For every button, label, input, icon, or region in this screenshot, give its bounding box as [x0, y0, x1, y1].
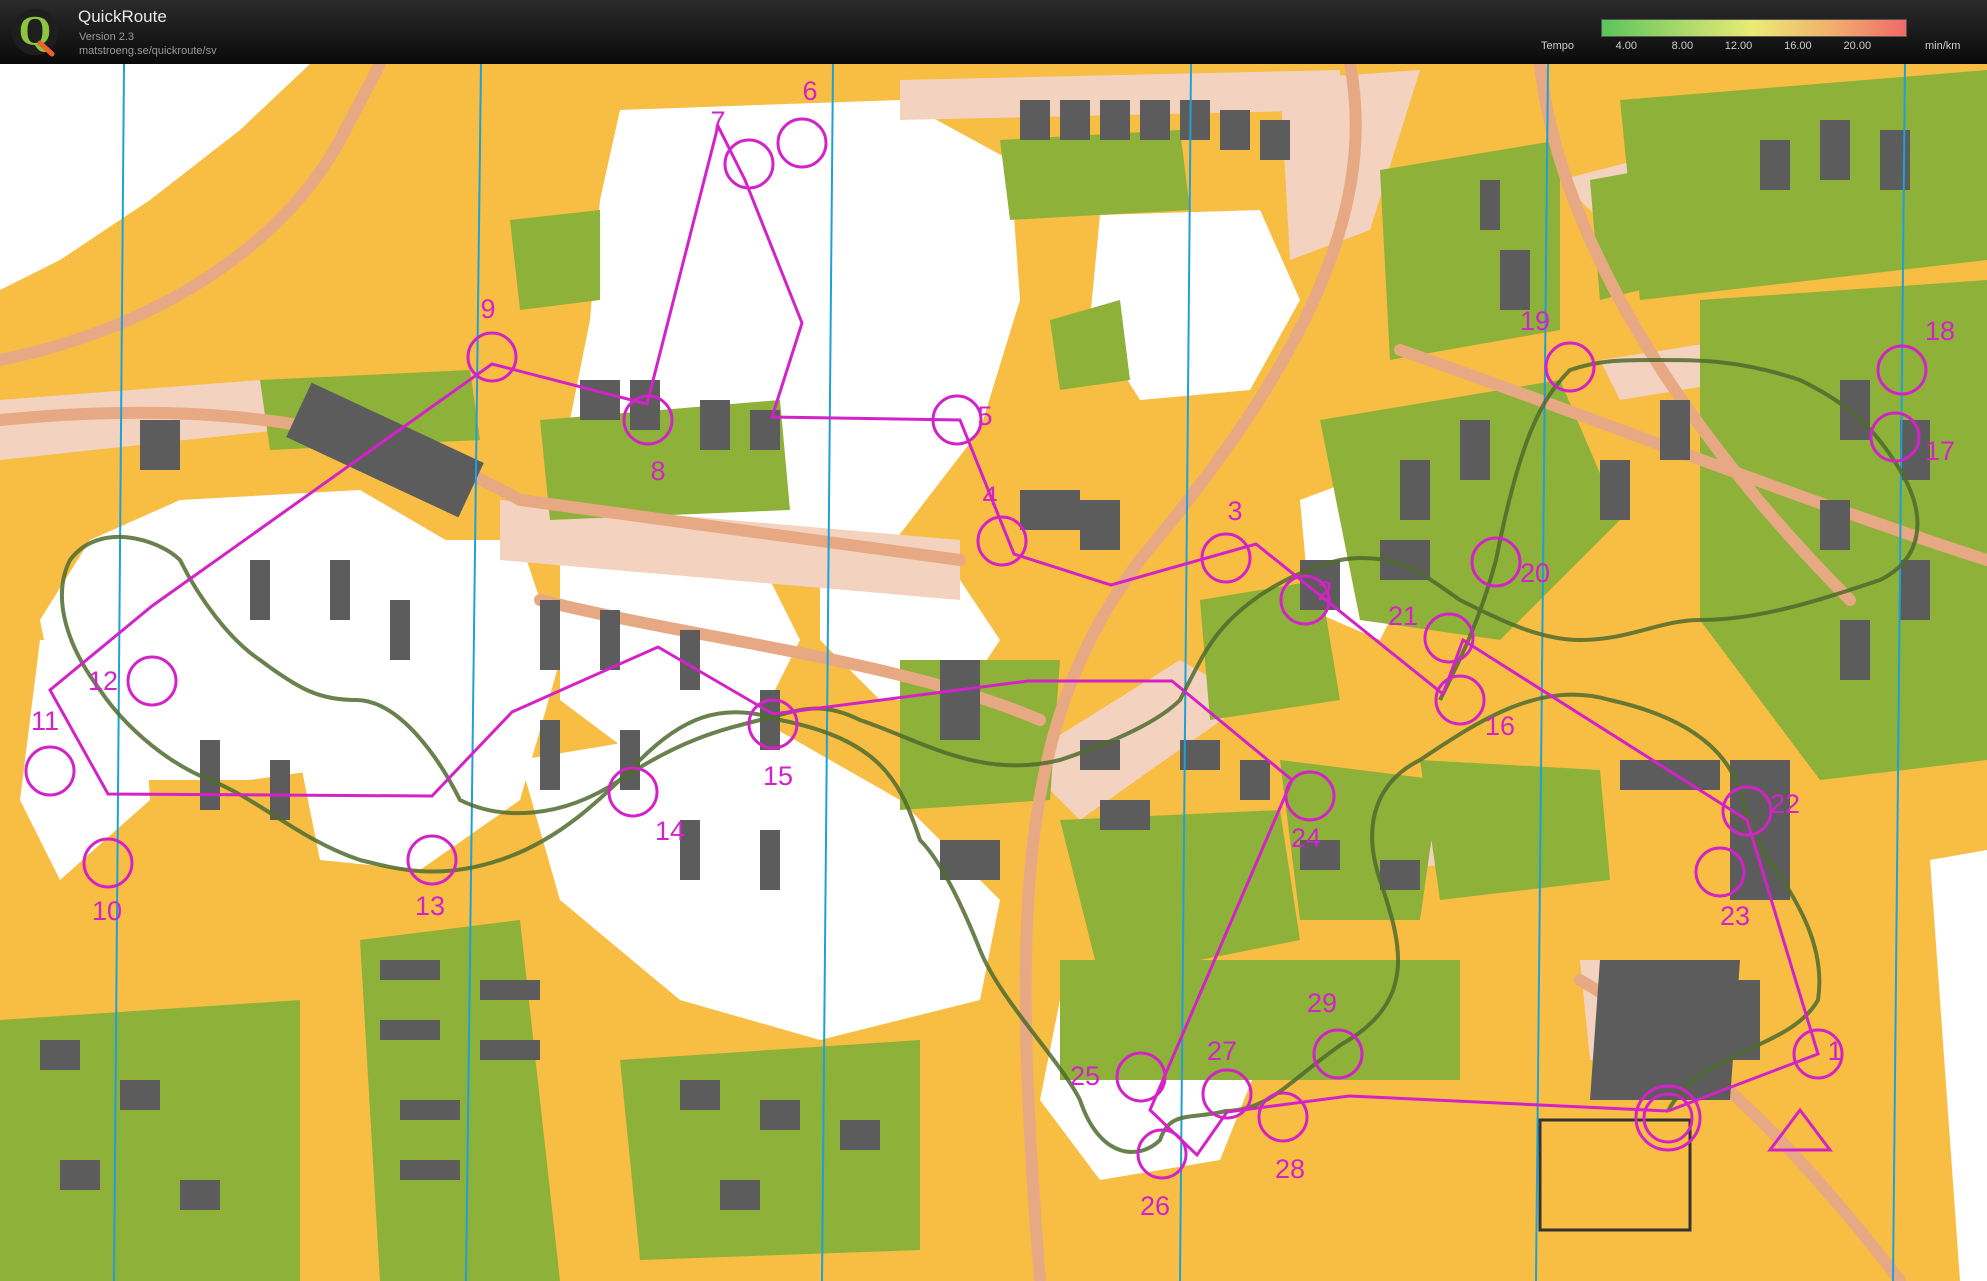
control-number-13: 13 — [415, 891, 445, 921]
control-number-2: 2 — [1317, 576, 1332, 606]
control-number-1: 1 — [1827, 1036, 1842, 1066]
tempo-tick: 12.00 — [1724, 40, 1753, 52]
tempo-unit: min/km — [1925, 40, 1961, 52]
control-number-24: 24 — [1291, 823, 1321, 853]
control-number-4: 4 — [982, 481, 997, 511]
control-number-18: 18 — [1925, 316, 1955, 346]
control-number-5: 5 — [977, 401, 992, 431]
control-number-8: 8 — [650, 456, 665, 486]
control-number-28: 28 — [1275, 1154, 1305, 1184]
control-number-12: 12 — [88, 666, 118, 696]
control-number-27: 27 — [1207, 1036, 1237, 1066]
control-number-23: 23 — [1720, 901, 1750, 931]
title-bar: Q QuickRoute Version 2.3 matstroeng.se/q… — [0, 0, 1987, 64]
control-number-26: 26 — [1140, 1191, 1170, 1221]
control-number-25: 25 — [1070, 1061, 1100, 1091]
tempo-tick: 4.00 — [1615, 40, 1638, 52]
control-number-6: 6 — [802, 76, 817, 106]
tempo-color-scale — [1601, 19, 1907, 37]
control-number-17: 17 — [1925, 436, 1955, 466]
tempo-tick: 16.00 — [1784, 40, 1812, 52]
tempo-label: Tempo — [1541, 40, 1575, 52]
control-number-10: 10 — [92, 896, 122, 926]
tempo-tick: 8.00 — [1671, 40, 1694, 52]
app-url: matstroeng.se/quickroute/sv — [79, 45, 217, 57]
control-number-19: 19 — [1520, 306, 1550, 336]
app-version: Version 2.3 — [79, 31, 135, 43]
control-number-21: 21 — [1388, 601, 1418, 631]
tempo-tick: 20.00 — [1843, 40, 1872, 52]
quickroute-logo: Q — [12, 9, 58, 57]
control-number-7: 7 — [710, 106, 725, 136]
control-number-14: 14 — [655, 816, 685, 846]
control-number-15: 15 — [763, 761, 793, 791]
control-number-9: 9 — [480, 294, 495, 324]
control-number-16: 16 — [1485, 711, 1515, 741]
control-number-29: 29 — [1307, 988, 1337, 1018]
control-number-20: 20 — [1520, 558, 1550, 588]
orienteering-map[interactable]: 1234567891011121314151617181920212223242… — [0, 64, 1987, 1281]
control-number-3: 3 — [1227, 496, 1242, 526]
tempo-ticks: 4.00 8.00 12.00 16.00 20.00 — [1590, 40, 1920, 54]
control-number-11: 11 — [31, 706, 59, 736]
sports-field — [1538, 1118, 1692, 1232]
control-number-22: 22 — [1770, 789, 1800, 819]
app-title: QuickRoute — [78, 7, 167, 26]
